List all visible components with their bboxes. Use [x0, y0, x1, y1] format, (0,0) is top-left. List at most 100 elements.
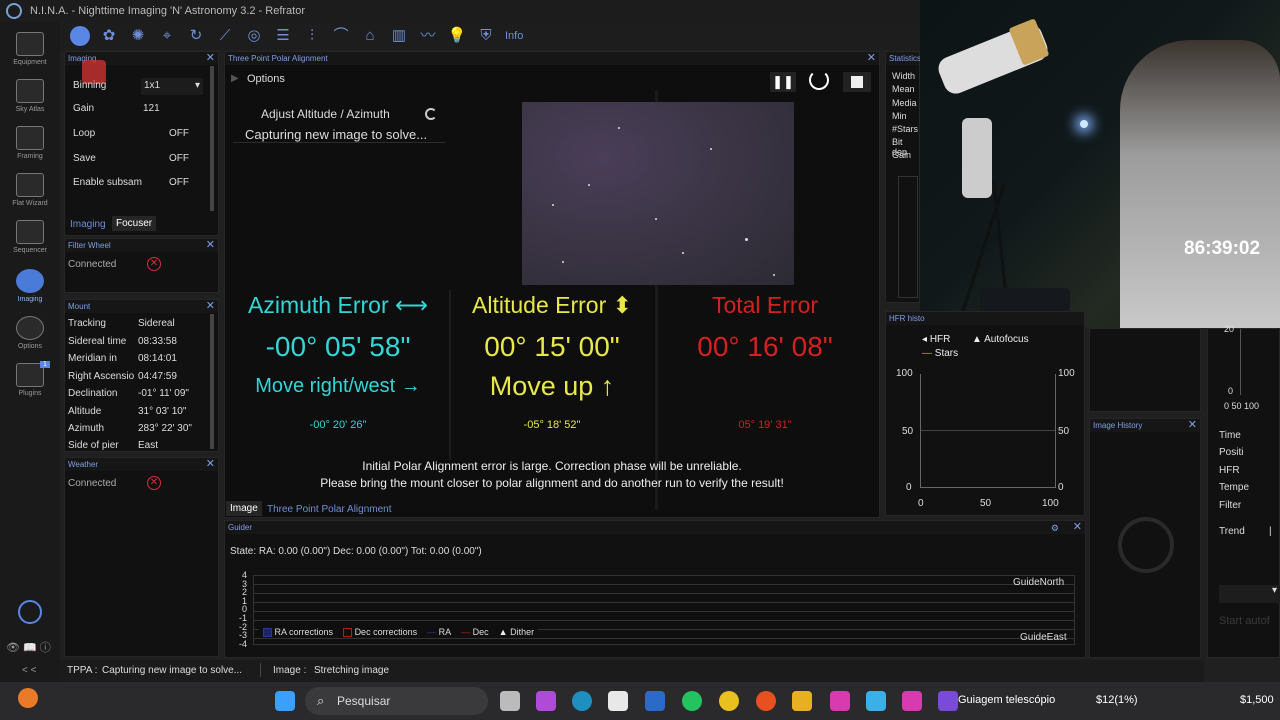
app-icon[interactable]	[645, 691, 665, 711]
stop-button[interactable]	[843, 72, 871, 92]
nav-label: Options	[17, 343, 43, 350]
legend-ra-corrections: RA corrections	[263, 627, 334, 638]
nav-options[interactable]: Options	[0, 316, 60, 350]
app-icon[interactable]	[866, 691, 886, 711]
panel-title: HFR histo	[886, 312, 1084, 325]
row-label: Filter	[1219, 500, 1242, 511]
nav-sky-atlas[interactable]: Sky Atlas	[0, 79, 60, 113]
pause-button[interactable]: ❚❚	[770, 72, 796, 92]
subsample-toggle[interactable]: OFF	[169, 177, 189, 188]
tab-image[interactable]: Image	[226, 501, 262, 516]
gain-input[interactable]: 121	[143, 103, 160, 114]
options-expander[interactable]: Options	[247, 73, 285, 85]
nina-taskbar-icon[interactable]	[938, 691, 958, 711]
nav-label: Plugins	[18, 390, 42, 397]
dome-icon[interactable]: ⌒	[331, 26, 351, 46]
star-dot	[552, 204, 554, 206]
close-icon[interactable]: ✕	[206, 239, 215, 251]
start-autofocus-button[interactable]: Start autof	[1219, 615, 1270, 627]
disconnected-icon[interactable]: ✕	[147, 476, 161, 490]
warning-line-2: Please bring the mount closer to polar a…	[320, 476, 784, 490]
collapse-nav-button[interactable]: < <	[22, 665, 36, 676]
taskbar-search[interactable]: ⌕ Pesquisar	[305, 687, 488, 715]
legend-label: RA corrections	[274, 627, 334, 637]
histogram-icon[interactable]: ▥	[389, 26, 409, 46]
nav-sequencer[interactable]: Sequencer	[0, 220, 60, 254]
active-app-label[interactable]: Guiagem telescópio	[958, 694, 1055, 706]
house-icon[interactable]: ⌂	[360, 26, 380, 46]
file-explorer-icon[interactable]	[792, 691, 812, 711]
row-value: East	[138, 440, 159, 451]
row-label: Enable subsam	[73, 177, 142, 188]
stat-label: Min	[892, 111, 907, 121]
loop-toggle[interactable]: OFF	[169, 128, 189, 139]
nav-flat-wizard[interactable]: Flat Wizard	[0, 173, 60, 207]
shield-icon[interactable]: ⛨	[476, 26, 496, 46]
info-button[interactable]: Info	[505, 30, 523, 42]
nav-framing[interactable]: Framing	[0, 126, 60, 160]
y-tick: 100	[896, 368, 913, 379]
close-icon[interactable]: ✕	[206, 52, 215, 64]
close-icon[interactable]: ✕	[1073, 521, 1082, 533]
legend-dither: ▲ Dither	[498, 627, 535, 637]
trend-value: |	[1269, 526, 1272, 537]
tab-tppa[interactable]: Three Point Polar Alignment	[263, 502, 396, 517]
tab-imaging[interactable]: Imaging	[66, 217, 110, 232]
target-icon[interactable]: ◎	[244, 26, 264, 46]
close-icon[interactable]: ✕	[206, 458, 215, 470]
tab-focuser[interactable]: Focuser	[112, 216, 157, 231]
row-label: Declination	[68, 388, 118, 399]
edge-icon[interactable]	[572, 691, 592, 711]
nav-plugins[interactable]: Plugins 1	[0, 361, 60, 397]
stat-label: #Stars	[892, 124, 919, 134]
legend-stars: — Stars	[922, 348, 959, 359]
list-icon[interactable]: ☰	[273, 26, 293, 46]
windows-start-icon[interactable]	[275, 691, 295, 711]
left-nav: Equipment Sky Atlas Framing Flat Wizard …	[0, 22, 60, 720]
close-icon[interactable]: ✕	[867, 52, 876, 64]
row-value: 08:14:01	[138, 353, 177, 364]
filter-wheel-panel: Filter Wheel ✕ Connected ✕	[64, 238, 219, 293]
title-bar: N.I.N.A. - Nighttime Imaging 'N' Astrono…	[0, 0, 920, 22]
gear-icon	[16, 316, 44, 340]
rotator-icon[interactable]: ↻	[186, 26, 206, 46]
panel-title: Guider	[225, 521, 1085, 534]
whatsapp-icon[interactable]	[682, 691, 702, 711]
binning-select[interactable]: 1x1 ▾	[141, 78, 203, 95]
task-view-icon[interactable]	[500, 691, 520, 711]
nav-equipment[interactable]: Equipment	[0, 32, 60, 66]
copilot-icon[interactable]	[536, 691, 556, 711]
chevron-right-icon[interactable]: ▶	[231, 73, 239, 84]
lightbulb-icon[interactable]: 💡	[447, 26, 467, 46]
loading-spinner-icon	[425, 108, 437, 120]
guider-graph-icon[interactable]: 〰	[418, 26, 438, 46]
widgets-icon[interactable]	[18, 688, 38, 708]
close-icon[interactable]: ✕	[1188, 419, 1197, 431]
scrollbar[interactable]	[210, 314, 214, 449]
settings-icon[interactable]: ⚙	[1051, 523, 1059, 534]
row-label: Azimuth	[68, 423, 105, 434]
crosshair-icon[interactable]: ⌖	[157, 26, 177, 46]
refresh-icon[interactable]	[809, 70, 829, 90]
y-tick: 0	[1058, 482, 1064, 493]
focuser-icon[interactable]: ✺	[128, 26, 148, 46]
telescope-icon[interactable]: ⟋	[215, 26, 235, 46]
chrome-icon[interactable]	[719, 691, 739, 711]
app-icon[interactable]	[902, 691, 922, 711]
sliders-icon[interactable]: ⫶	[302, 26, 322, 46]
app-icon[interactable]	[830, 691, 850, 711]
filter-wheel-icon[interactable]: ✿	[99, 26, 119, 46]
nav-imaging[interactable]: Imaging	[0, 269, 60, 303]
browser-icon[interactable]	[756, 691, 776, 711]
store-icon[interactable]	[608, 691, 628, 711]
legend-label: HFR	[929, 334, 951, 345]
power-icon[interactable]	[18, 600, 42, 624]
help-icons[interactable]: 👁 📖 ⓘ	[6, 639, 51, 655]
star-dot	[710, 148, 712, 150]
disconnected-icon[interactable]: ✕	[147, 257, 161, 271]
close-icon[interactable]: ✕	[206, 300, 215, 312]
imaging-panel-toggle-icon[interactable]: ●	[70, 26, 90, 46]
save-toggle[interactable]: OFF	[169, 153, 189, 164]
scrollbar[interactable]	[210, 66, 214, 211]
select-dropdown[interactable]: ▾	[1219, 585, 1280, 603]
